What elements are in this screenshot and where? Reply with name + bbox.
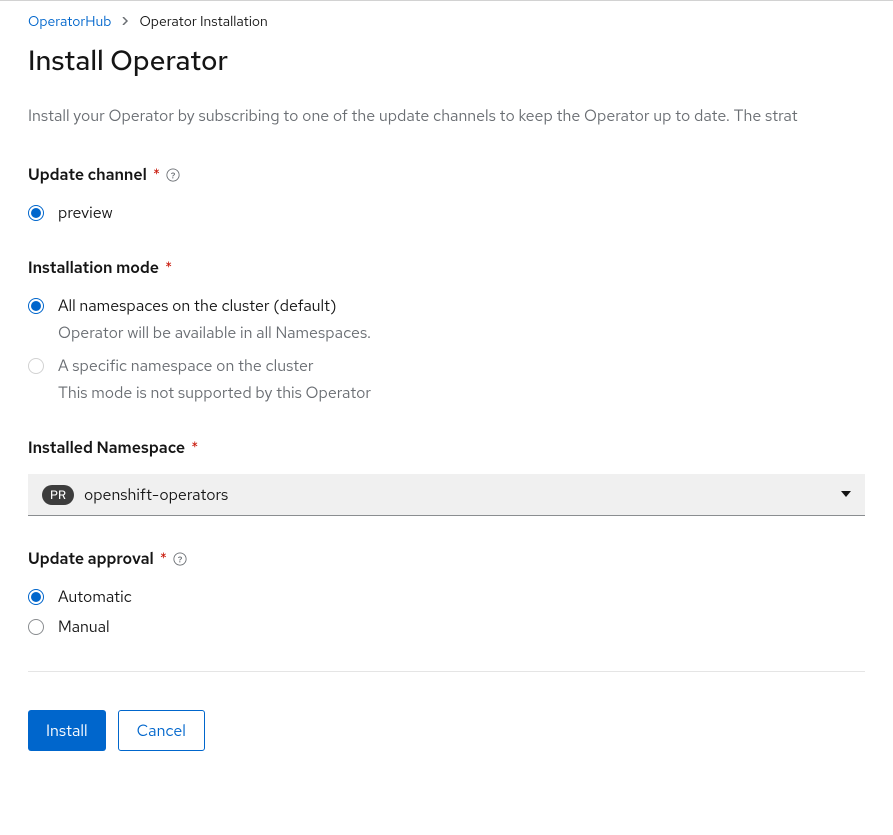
update-channel-radio-preview[interactable] (28, 205, 44, 221)
radio-label: A specific namespace on the cluster (58, 354, 865, 378)
help-icon[interactable]: ? (173, 552, 187, 566)
namespace-value: openshift-operators (84, 484, 228, 505)
required-indicator: * (191, 437, 198, 458)
caret-down-icon (841, 488, 851, 501)
required-indicator: * (165, 257, 172, 278)
installed-namespace-label: Installed Namespace * (28, 437, 865, 458)
install-mode-radio-specific (28, 358, 44, 374)
installation-mode-section: Installation mode * All namespaces on th… (28, 257, 865, 405)
required-indicator: * (153, 164, 160, 185)
radio-label: Automatic (58, 585, 865, 609)
svg-text:?: ? (171, 169, 176, 181)
approval-radio-automatic[interactable] (28, 589, 44, 605)
chevron-right-icon (121, 15, 129, 29)
approval-radio-manual[interactable] (28, 619, 44, 635)
installation-mode-label: Installation mode * (28, 257, 865, 278)
namespace-dropdown[interactable]: PR openshift-operators (28, 474, 865, 516)
approval-option-manual: Manual (28, 615, 865, 639)
breadcrumb-current: Operator Installation (139, 13, 267, 31)
intro-text: Install your Operator by subscribing to … (28, 105, 865, 126)
install-button[interactable]: Install (28, 710, 106, 751)
button-row: Install Cancel (28, 710, 865, 751)
cancel-button[interactable]: Cancel (118, 710, 205, 751)
project-badge: PR (42, 485, 74, 505)
divider (28, 671, 865, 672)
install-mode-radio-all[interactable] (28, 298, 44, 314)
update-approval-section: Update approval * ? Automatic Manual (28, 548, 865, 639)
radio-description: This mode is not supported by this Opera… (58, 380, 865, 406)
install-mode-option-specific: A specific namespace on the cluster This… (28, 354, 865, 406)
update-channel-option-preview: preview (28, 201, 865, 225)
radio-label: All namespaces on the cluster (default) (58, 294, 865, 318)
breadcrumb: OperatorHub Operator Installation (28, 13, 865, 31)
radio-label: preview (58, 201, 865, 225)
update-channel-label: Update channel * ? (28, 164, 865, 185)
approval-option-automatic: Automatic (28, 585, 865, 609)
install-mode-option-all: All namespaces on the cluster (default) … (28, 294, 865, 346)
installed-namespace-section: Installed Namespace * PR openshift-opera… (28, 437, 865, 516)
help-icon[interactable]: ? (166, 168, 180, 182)
page-title: Install Operator (28, 41, 865, 79)
svg-text:?: ? (178, 553, 183, 565)
update-approval-label: Update approval * ? (28, 548, 865, 569)
radio-description: Operator will be available in all Namesp… (58, 320, 865, 346)
radio-label: Manual (58, 615, 865, 639)
required-indicator: * (160, 548, 167, 569)
update-channel-section: Update channel * ? preview (28, 164, 865, 225)
breadcrumb-parent-link[interactable]: OperatorHub (28, 13, 111, 31)
